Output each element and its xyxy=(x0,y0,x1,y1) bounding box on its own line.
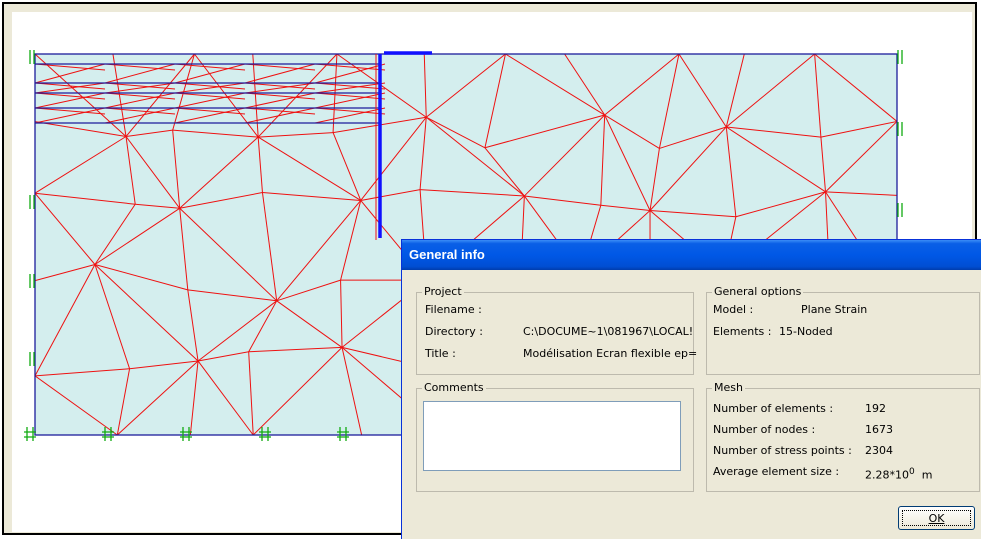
num-nodes-value: 1673 xyxy=(865,423,893,437)
general-options-group: General options Model : Plane Strain Ele… xyxy=(706,292,980,375)
general-options-title: General options xyxy=(712,285,803,299)
project-group-title: Project xyxy=(422,285,464,299)
num-nodes-label: Number of nodes : xyxy=(713,423,815,437)
ok-focus-rect xyxy=(902,510,971,526)
base-fixity xyxy=(24,427,36,441)
ok-button[interactable]: OK xyxy=(898,506,975,530)
num-stress-points-label: Number of stress points : xyxy=(713,444,852,458)
num-elements-label: Number of elements : xyxy=(713,402,833,416)
side-fixity-right xyxy=(898,122,902,136)
mesh-group-title: Mesh xyxy=(712,381,745,395)
dialog-title: General info xyxy=(409,247,485,262)
title-value: Modélisation Ecran flexible ep= xyxy=(523,347,697,361)
project-group: Project Filename : Directory : C:\DOCUME… xyxy=(416,292,694,375)
side-fixity-left xyxy=(30,352,34,366)
side-fixity-left xyxy=(30,274,34,288)
num-stress-points-value: 2304 xyxy=(865,444,893,458)
directory-value: C:\DOCUME~1\081967\LOCAL! xyxy=(523,325,693,339)
filename-label: Filename : xyxy=(425,303,482,317)
avg-size-exponent: 0 xyxy=(909,467,915,477)
side-fixity-left xyxy=(30,50,34,64)
side-fixity-right xyxy=(898,203,902,217)
comments-group: Comments xyxy=(416,388,694,492)
avg-size-unit: m xyxy=(922,469,933,482)
general-info-dialog: General info Project Filename : Director… xyxy=(401,239,981,539)
elements-label: Elements : xyxy=(713,325,771,339)
elements-value: 15-Noded xyxy=(779,325,833,339)
dialog-title-bar[interactable]: General info xyxy=(402,240,981,270)
model-value: Plane Strain xyxy=(801,303,867,317)
avg-size-mantissa: 2.28*10 xyxy=(865,469,909,482)
avg-element-size-label: Average element size : xyxy=(713,465,839,479)
mesh-group: Mesh Number of elements : 192 Number of … xyxy=(706,388,980,492)
avg-element-size-value: 2.28*100 m xyxy=(865,465,932,483)
side-fixity-left xyxy=(30,195,34,209)
title-label: Title : xyxy=(425,347,456,361)
model-label: Model : xyxy=(713,303,753,317)
comments-title: Comments xyxy=(422,381,486,395)
comments-textbox[interactable] xyxy=(423,401,681,471)
num-elements-value: 192 xyxy=(865,402,886,416)
directory-label: Directory : xyxy=(425,325,483,339)
side-fixity-right xyxy=(898,50,902,64)
